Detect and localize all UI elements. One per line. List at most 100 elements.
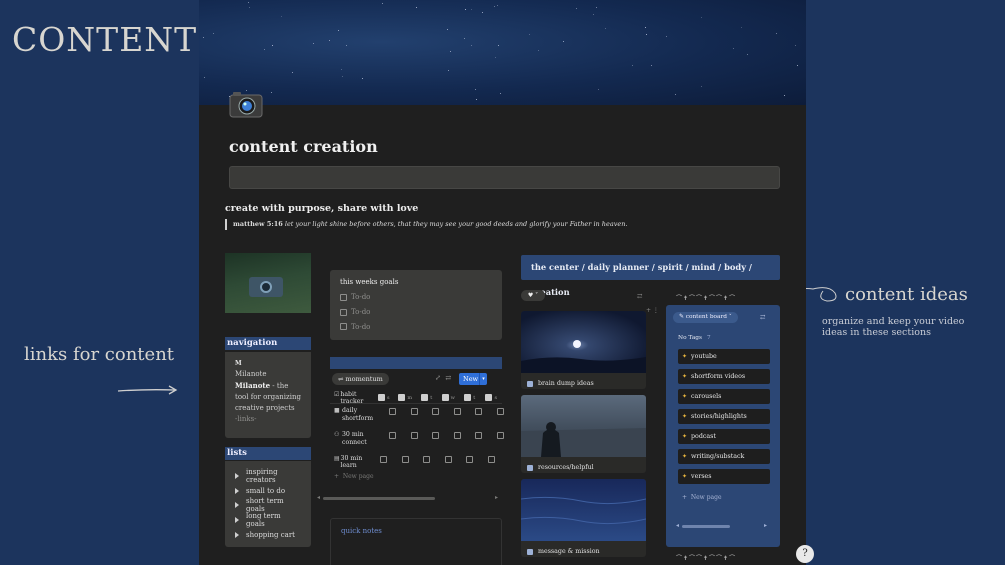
new-page-button[interactable]: + New page	[330, 473, 502, 480]
board-card[interactable]: ✦ shortform videos	[678, 369, 770, 384]
board-card[interactable]: ✦ carousels	[678, 389, 770, 404]
quote-block: matthew 5:16 let your light shine before…	[225, 219, 627, 230]
habit-checkbox[interactable]	[475, 432, 483, 439]
list-item[interactable]: inspiring creators	[235, 468, 301, 484]
board-card[interactable]: ✦ stories/highlights	[678, 409, 770, 424]
quick-notes-box[interactable]: quick notes	[330, 518, 502, 565]
day-header[interactable]: m	[395, 391, 417, 403]
list-item[interactable]: long term goals	[235, 512, 301, 528]
day-header[interactable]: t	[459, 391, 481, 403]
habit-checkbox[interactable]	[380, 456, 388, 463]
content-ideas-description: organize and keep your video ideas in th…	[822, 316, 965, 338]
board-card[interactable]: ✦ verses	[678, 469, 770, 484]
day-header[interactable]: s	[373, 391, 395, 403]
scroll-left-icon[interactable]: ◂	[676, 522, 679, 529]
breadcrumb-nav[interactable]: the center / daily planner / spirit / mi…	[521, 255, 780, 297]
toggle-triangle-icon[interactable]	[235, 531, 239, 538]
list-item[interactable]: shopping cart	[235, 527, 301, 542]
gallery-card[interactable]: message & mission	[521, 479, 646, 557]
new-button[interactable]: New ▾	[459, 373, 487, 385]
board-card[interactable]: ✦ youtube	[678, 349, 770, 364]
new-dropdown-icon[interactable]: ▾	[479, 373, 487, 385]
horizontal-scrollbar[interactable]: ◂ ▸	[317, 494, 501, 502]
heart-view-tab[interactable]: ♥ ˅	[521, 290, 545, 301]
habit-checkbox[interactable]	[496, 432, 504, 439]
board-scrollbar[interactable]: ◂ ▸	[676, 522, 770, 530]
scroll-left-icon[interactable]: ◂	[317, 494, 320, 501]
habit-checkbox[interactable]	[487, 456, 495, 463]
star	[701, 86, 702, 87]
board-filter-icon[interactable]: ⇄	[760, 313, 765, 321]
habit-checkbox[interactable]	[466, 456, 474, 463]
add-drag-handle-icon[interactable]: + ⋮	[646, 307, 659, 314]
todo-item[interactable]: To-do	[340, 319, 492, 334]
habit-checkbox[interactable]	[432, 432, 440, 439]
scroll-right-icon[interactable]: ▸	[495, 494, 498, 501]
day-header[interactable]: w	[438, 391, 460, 403]
habit-checkbox[interactable]	[453, 408, 461, 415]
photo-camera-lens	[260, 281, 272, 293]
cover-image	[199, 0, 806, 105]
scrollbar-thumb[interactable]	[323, 497, 435, 500]
habit-column-header[interactable]: ☑ habit tracker	[330, 391, 373, 405]
board-view-tab[interactable]: ✎ content board ˅	[673, 312, 738, 323]
lists-box: inspiring creators small to do short ter…	[225, 461, 311, 547]
star	[538, 50, 539, 51]
star	[416, 7, 417, 8]
star	[497, 5, 498, 6]
todo-item[interactable]: To-do	[340, 290, 492, 305]
star	[248, 2, 249, 3]
toggle-triangle-icon[interactable]	[235, 487, 239, 494]
filter-icon[interactable]: ⇄	[637, 292, 642, 300]
weekly-goals-box: this weeks goals To-do To-do To-do	[330, 270, 502, 340]
star	[450, 51, 451, 52]
habit-checkbox[interactable]	[401, 456, 409, 463]
habit-checkbox[interactable]	[475, 408, 483, 415]
habit-checkbox[interactable]	[496, 408, 504, 415]
habit-checkbox[interactable]	[389, 408, 397, 415]
habit-checkbox[interactable]	[444, 456, 452, 463]
board-card[interactable]: ✦ writing/substack	[678, 449, 770, 464]
toggle-triangle-icon[interactable]	[235, 517, 239, 524]
star	[741, 27, 742, 28]
list-item[interactable]: small to do	[235, 484, 301, 499]
table-row[interactable]: ⚇ 30 min connect	[330, 431, 504, 455]
day-header[interactable]: s	[481, 391, 503, 403]
todo-checkbox[interactable]	[340, 323, 347, 331]
table-row[interactable]: ▤ 30 min learn	[330, 455, 502, 469]
habit-checkbox[interactable]	[423, 456, 431, 463]
todo-item[interactable]: To-do	[340, 305, 492, 320]
list-item[interactable]: short term goals	[235, 497, 301, 513]
habit-checkbox[interactable]	[410, 432, 418, 439]
star	[632, 65, 633, 66]
moon-night-image	[521, 311, 646, 373]
habit-checkbox[interactable]	[389, 432, 397, 439]
scrollbar-thumb[interactable]	[682, 525, 730, 528]
board-new-page[interactable]: + New page	[682, 494, 722, 501]
sparkle-icon: ✦	[682, 413, 688, 420]
navigation-heading: navigation	[225, 337, 311, 350]
toggle-triangle-icon[interactable]	[235, 473, 239, 480]
expand-filter-icons[interactable]: ⤢ ⇄	[435, 374, 451, 382]
todo-checkbox[interactable]	[340, 293, 347, 301]
view-tab-momentum[interactable]: ⇌ momentum	[332, 373, 389, 385]
day-header[interactable]: t	[416, 391, 438, 403]
habit-checkbox[interactable]	[432, 408, 440, 415]
quote-reference: matthew 5:16	[233, 220, 283, 228]
todo-checkbox[interactable]	[340, 308, 347, 316]
star	[596, 7, 597, 8]
table-row[interactable]: ■ daily shortform	[330, 407, 504, 431]
milanote-link-name: Milanote	[235, 370, 267, 378]
scroll-right-icon[interactable]: ▸	[764, 522, 767, 529]
board-card[interactable]: ✦ podcast	[678, 429, 770, 444]
habit-checkbox[interactable]	[453, 432, 461, 439]
toggle-triangle-icon[interactable]	[235, 502, 239, 509]
camera-icon[interactable]	[229, 90, 263, 118]
habit-checkbox[interactable]	[410, 408, 418, 415]
help-button[interactable]: ?	[796, 545, 814, 563]
quick-notes-label: quick notes	[341, 527, 382, 535]
gallery-card[interactable]: brain dump ideas	[521, 311, 646, 389]
milanote-link[interactable]: Milanote Milanote - the tool for organiz…	[235, 369, 301, 414]
gallery-card[interactable]: resources/helpful	[521, 395, 646, 473]
ornament-divider: ⌒✝⌒⌒✝⌒⌒✝⌒	[676, 295, 737, 302]
